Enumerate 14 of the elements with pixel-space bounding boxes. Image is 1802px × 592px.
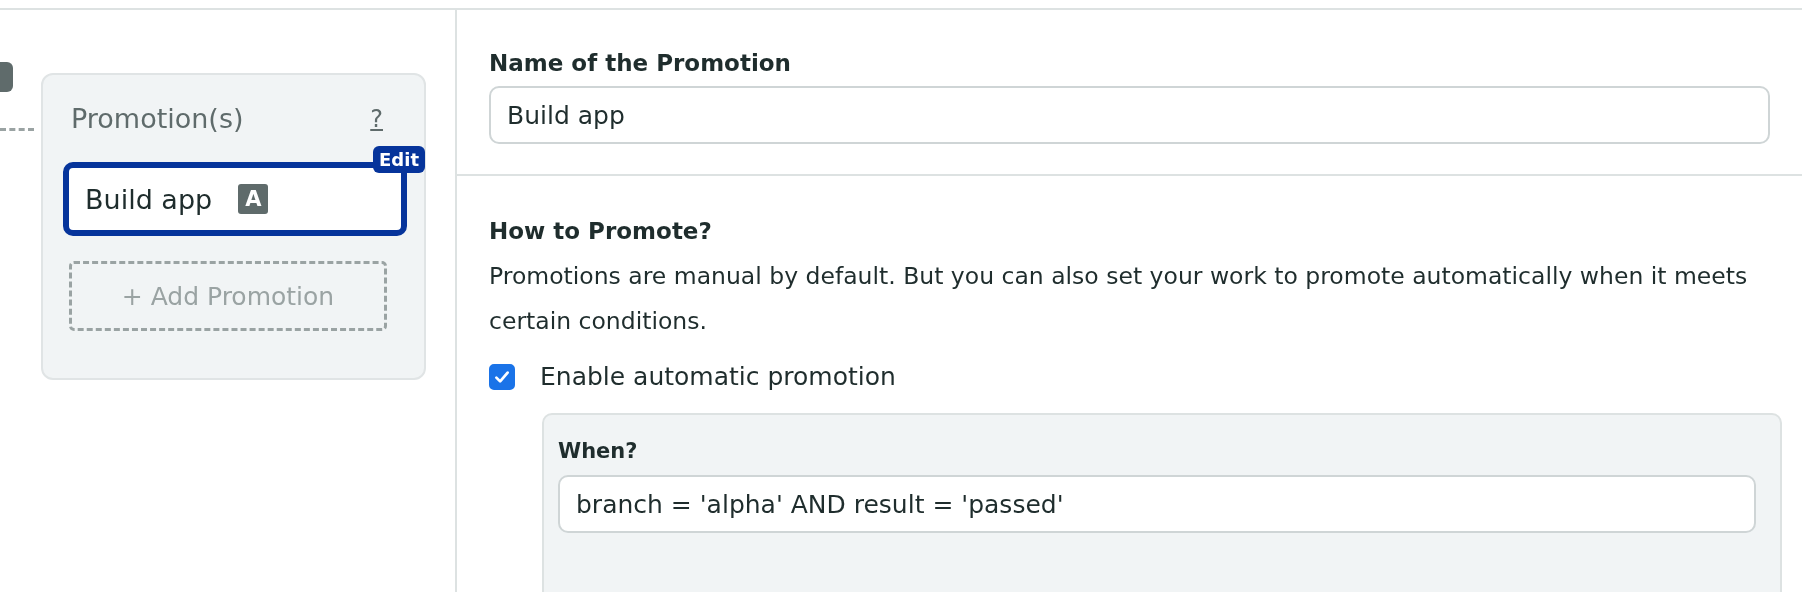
checkbox-label: Enable automatic promotion bbox=[540, 362, 896, 391]
panel-title: Promotion(s) bbox=[71, 103, 244, 134]
checkbox[interactable] bbox=[489, 363, 515, 390]
description-text: Promotions are manual by default. But you can also set your work to promote automatically when it meets certain conditions. bbox=[489, 261, 1749, 337]
edit-button[interactable]: Edit bbox=[373, 146, 425, 173]
promotion-name: Build app bbox=[85, 183, 213, 215]
connector-line bbox=[0, 128, 34, 131]
section-title: How to Promote? bbox=[489, 218, 713, 244]
promotion-badge: A bbox=[238, 184, 269, 214]
name-field[interactable]: Build app bbox=[489, 86, 1770, 144]
field-label: When? bbox=[558, 439, 639, 463]
field-label: Name of the Promotion bbox=[489, 50, 792, 76]
help-link[interactable]: ? bbox=[370, 104, 383, 133]
condition-field[interactable]: branch = 'alpha' AND result = 'passed' bbox=[558, 475, 1756, 533]
